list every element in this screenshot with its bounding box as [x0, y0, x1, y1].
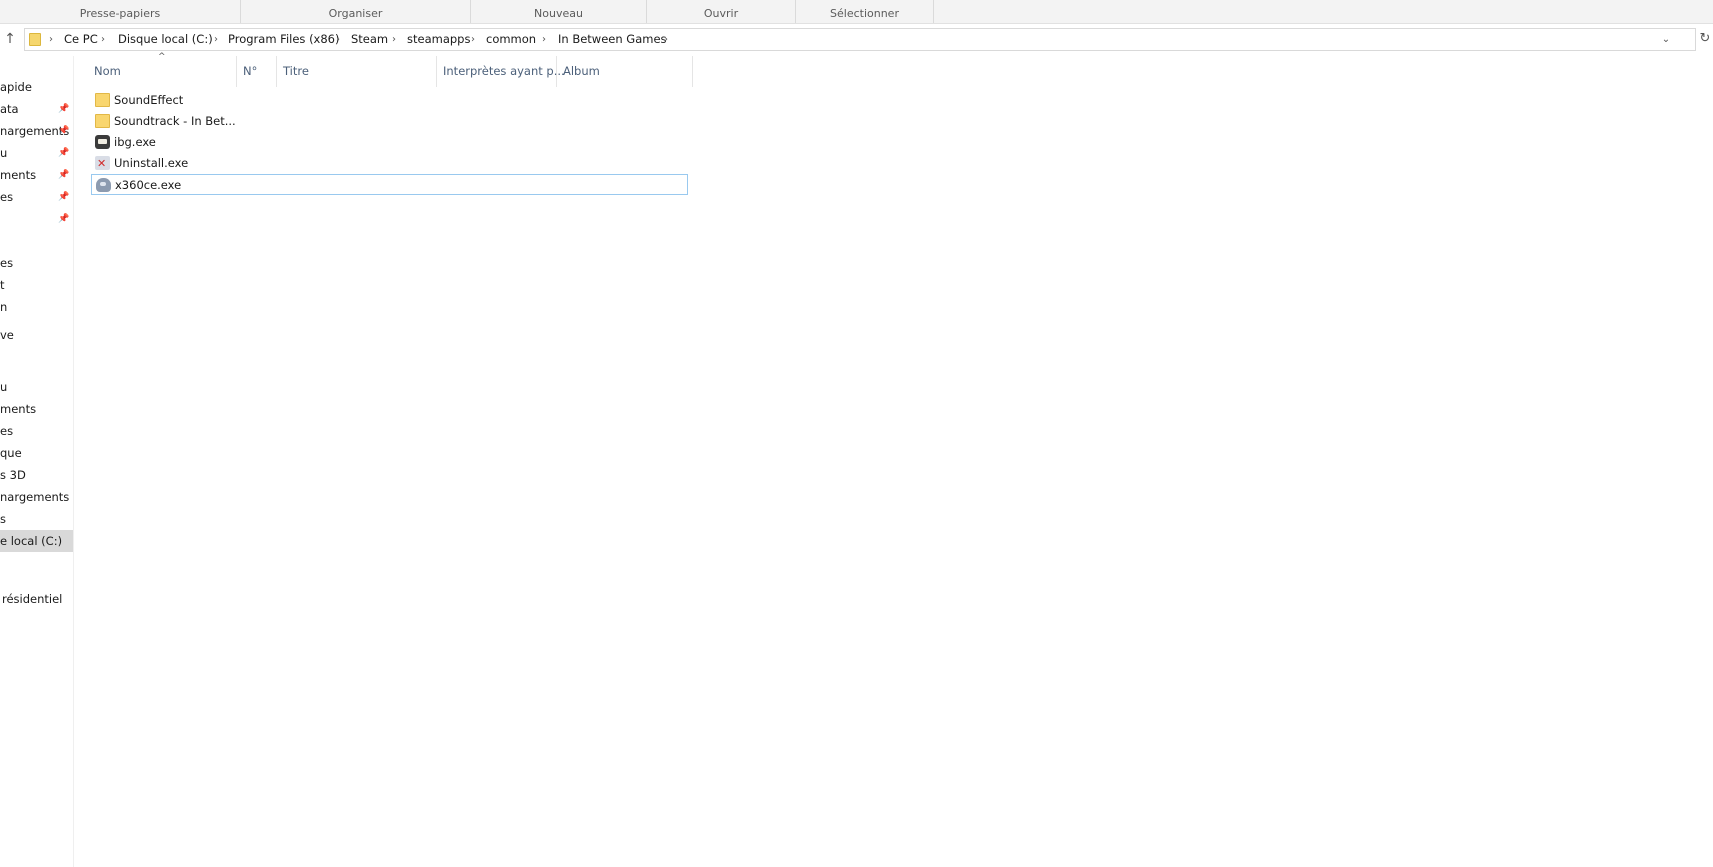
- nav-item[interactable]: apide: [0, 76, 73, 98]
- nav-item[interactable]: n: [0, 296, 73, 318]
- nav-item[interactable]: es: [0, 420, 73, 442]
- pin-icon[interactable]: 📌: [58, 142, 70, 164]
- column-header-contributing-artists[interactable]: Interprètes ayant p...: [437, 56, 565, 87]
- breadcrumb-local-disk[interactable]: Disque local (C:): [118, 29, 213, 50]
- nav-item[interactable]: résidentiel: [0, 588, 73, 610]
- pin-icon[interactable]: 📌: [58, 98, 70, 120]
- up-arrow-icon[interactable]: ↑: [0, 29, 20, 49]
- breadcrumb-program-files[interactable]: Program Files (x86): [228, 29, 339, 50]
- ribbon: Presse-papiers Organiser Nouveau Ouvrir …: [0, 0, 1713, 24]
- chevron-right-icon[interactable]: ›: [336, 29, 340, 50]
- nav-item-label: s 3D: [0, 468, 26, 482]
- nav-item-label: ments: [0, 402, 37, 416]
- nav-item-label: t: [0, 278, 5, 292]
- folder-icon: [95, 114, 110, 128]
- folder-icon: [29, 33, 41, 46]
- pin-icon[interactable]: 📌: [58, 120, 70, 142]
- file-row-x360ce-exe[interactable]: x360ce.exe: [91, 174, 688, 195]
- address-field[interactable]: › Ce PC › Disque local (C:) › Program Fi…: [24, 28, 1696, 51]
- nav-item[interactable]: ve: [0, 324, 73, 346]
- chevron-right-icon[interactable]: ›: [49, 29, 53, 50]
- file-row-soundeffect[interactable]: SoundEffect: [91, 90, 688, 111]
- nav-item-label: apide: [0, 80, 32, 94]
- nav-item[interactable]: que: [0, 442, 73, 464]
- nav-item[interactable]: nargements 📌: [0, 120, 73, 142]
- uninstall-icon: [95, 153, 110, 174]
- chevron-right-icon[interactable]: ›: [392, 29, 396, 50]
- nav-item[interactable]: u 📌: [0, 142, 73, 164]
- nav-item-label: s: [0, 512, 6, 526]
- nav-item-label: es: [0, 424, 14, 438]
- folder-icon: [95, 93, 110, 107]
- file-name: x360ce.exe: [115, 178, 182, 192]
- nav-item-label: u: [0, 380, 8, 394]
- chevron-down-icon[interactable]: ⌄: [1659, 29, 1673, 50]
- nav-item-label: que: [0, 446, 22, 460]
- file-name: SoundEffect: [114, 93, 184, 107]
- ribbon-group-open: Ouvrir: [647, 0, 796, 23]
- chevron-right-icon[interactable]: ›: [471, 29, 475, 50]
- chevron-right-icon[interactable]: ›: [101, 29, 105, 50]
- nav-item[interactable]: es 📌: [0, 186, 73, 208]
- chevron-right-icon[interactable]: ›: [542, 29, 546, 50]
- nav-item[interactable]: 📌: [0, 208, 73, 230]
- nav-item[interactable]: t: [0, 274, 73, 296]
- file-name: Uninstall.exe: [114, 156, 189, 170]
- file-row-soundtrack[interactable]: Soundtrack - In Bet...: [91, 111, 688, 132]
- nav-item-label: es: [0, 256, 14, 270]
- nav-item[interactable]: ata 📌: [0, 98, 73, 120]
- column-header-number[interactable]: N°: [237, 56, 277, 87]
- file-row-ibg-exe[interactable]: ibg.exe: [91, 132, 688, 153]
- file-name: Soundtrack - In Bet...: [114, 114, 236, 128]
- refresh-icon[interactable]: ↻: [1697, 29, 1713, 49]
- breadcrumb-common[interactable]: common: [486, 29, 536, 50]
- file-row-uninstall-exe[interactable]: Uninstall.exe: [91, 153, 688, 174]
- nav-item[interactable]: es: [0, 252, 73, 274]
- nav-item[interactable]: ments 📌: [0, 164, 73, 186]
- nav-item-local-disk[interactable]: e local (C:): [0, 530, 73, 552]
- breadcrumb-in-between-games[interactable]: In Between Games: [558, 29, 667, 50]
- nav-item-label: nargements: [0, 490, 70, 504]
- ribbon-group-new: Nouveau: [471, 0, 647, 23]
- sort-ascending-icon: ^: [158, 52, 166, 62]
- nav-item-label: ve: [0, 328, 14, 342]
- nav-item-label: n: [0, 300, 8, 314]
- gamepad-icon: [96, 178, 111, 192]
- nav-item-label: résidentiel: [2, 592, 63, 606]
- breadcrumb-steam[interactable]: Steam: [351, 29, 388, 50]
- address-bar: ↑ › Ce PC › Disque local (C:) › Program …: [0, 27, 1713, 53]
- pin-icon[interactable]: 📌: [58, 164, 70, 186]
- pin-icon[interactable]: 📌: [58, 186, 70, 208]
- ribbon-group-organize: Organiser: [241, 0, 471, 23]
- column-header-album[interactable]: Album: [557, 56, 693, 87]
- chevron-right-icon[interactable]: ›: [214, 29, 218, 50]
- pin-icon[interactable]: 📌: [58, 208, 70, 230]
- chevron-right-icon[interactable]: ›: [664, 29, 668, 50]
- navigation-pane: apide ata 📌 nargements 📌 u 📌 ments 📌 es 📌 📌 e…: [0, 56, 74, 867]
- nav-item[interactable]: nargements: [0, 486, 73, 508]
- column-header-title[interactable]: Titre: [277, 56, 437, 87]
- nav-item-label: e local (C:): [0, 534, 63, 548]
- ibg-app-icon: [95, 135, 110, 149]
- breadcrumb-steamapps[interactable]: steamapps: [407, 29, 470, 50]
- file-name: ibg.exe: [114, 135, 156, 149]
- nav-item[interactable]: s: [0, 508, 73, 530]
- ribbon-group-clipboard: Presse-papiers: [0, 0, 241, 23]
- breadcrumb-this-pc[interactable]: Ce PC: [64, 29, 98, 50]
- nav-item[interactable]: u: [0, 376, 73, 398]
- nav-item[interactable]: s 3D: [0, 464, 73, 486]
- nav-item[interactable]: ments: [0, 398, 73, 420]
- ribbon-group-select: Sélectionner: [796, 0, 934, 23]
